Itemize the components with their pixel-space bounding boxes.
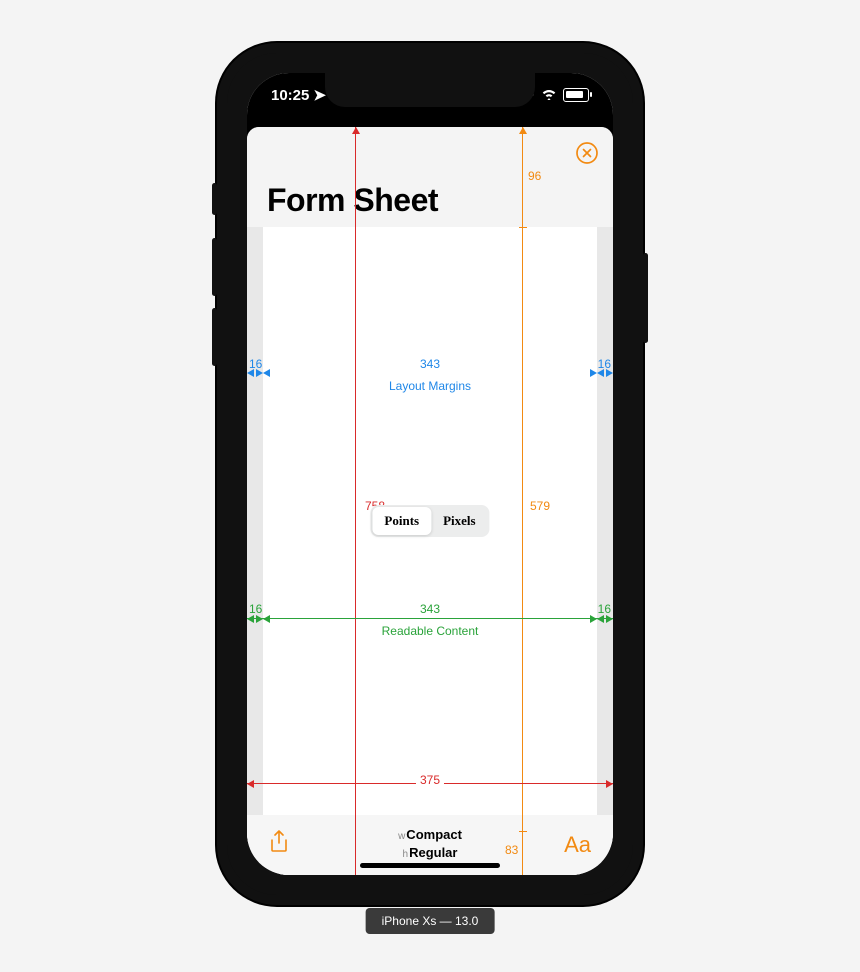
mute-switch	[212, 183, 217, 215]
device-frame: 10:25➤ •••• Form Sheet	[217, 43, 643, 905]
side-button	[643, 253, 648, 343]
segment-points[interactable]: Points	[372, 507, 431, 535]
volume-down-button	[212, 308, 217, 366]
text-size-button[interactable]: Aa	[564, 832, 591, 858]
form-sheet: Form Sheet Points Pixels	[247, 127, 613, 875]
volume-up-button	[212, 238, 217, 296]
layout-margin-right: 16	[598, 357, 611, 371]
share-icon	[269, 830, 289, 854]
screen: 10:25➤ •••• Form Sheet	[247, 73, 613, 875]
full-width-value: 375	[416, 773, 444, 787]
device-caption: iPhone Xs — 13.0	[366, 908, 495, 934]
sheet-content: Points Pixels	[247, 227, 613, 815]
readable-width: 343	[420, 602, 440, 616]
segment-pixels[interactable]: Pixels	[431, 507, 488, 535]
notch	[325, 73, 535, 107]
readable-right: 16	[598, 602, 611, 616]
location-icon: ➤	[313, 86, 326, 104]
size-class-label: wCompact hRegular	[398, 827, 462, 863]
right-gutter	[597, 227, 613, 815]
layout-margin-left: 16	[249, 357, 262, 371]
sheet-header: Form Sheet	[247, 127, 613, 227]
close-button[interactable]	[575, 141, 599, 165]
share-button[interactable]	[269, 830, 289, 860]
readable-left: 16	[249, 602, 262, 616]
unit-segmented-control[interactable]: Points Pixels	[370, 505, 489, 537]
safe-content-value: 579	[530, 499, 550, 513]
left-gutter	[247, 227, 263, 815]
layout-margin-width: 343	[420, 357, 440, 371]
safe-top-value: 96	[528, 169, 541, 183]
close-icon	[575, 141, 599, 165]
page-title: Form Sheet	[267, 182, 438, 219]
battery-icon	[563, 88, 589, 102]
safe-bottom-value: 83	[505, 843, 518, 857]
layout-margins-label: Layout Margins	[389, 379, 471, 393]
wifi-icon	[541, 87, 557, 104]
home-indicator	[360, 863, 500, 868]
status-time: 10:25➤	[271, 86, 326, 104]
readable-label: Readable Content	[382, 624, 479, 638]
